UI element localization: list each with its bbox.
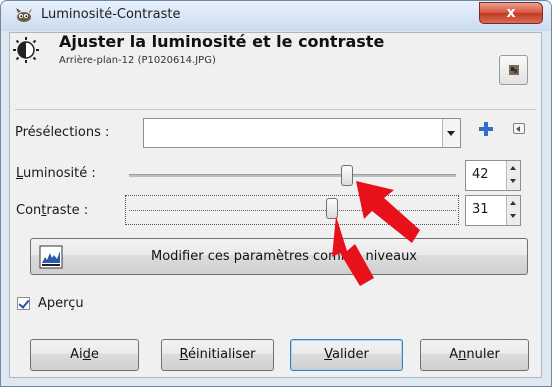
red-arrow-icon (332, 216, 374, 286)
annotation-arrows (332, 181, 420, 286)
red-arrow-icon (356, 181, 420, 243)
